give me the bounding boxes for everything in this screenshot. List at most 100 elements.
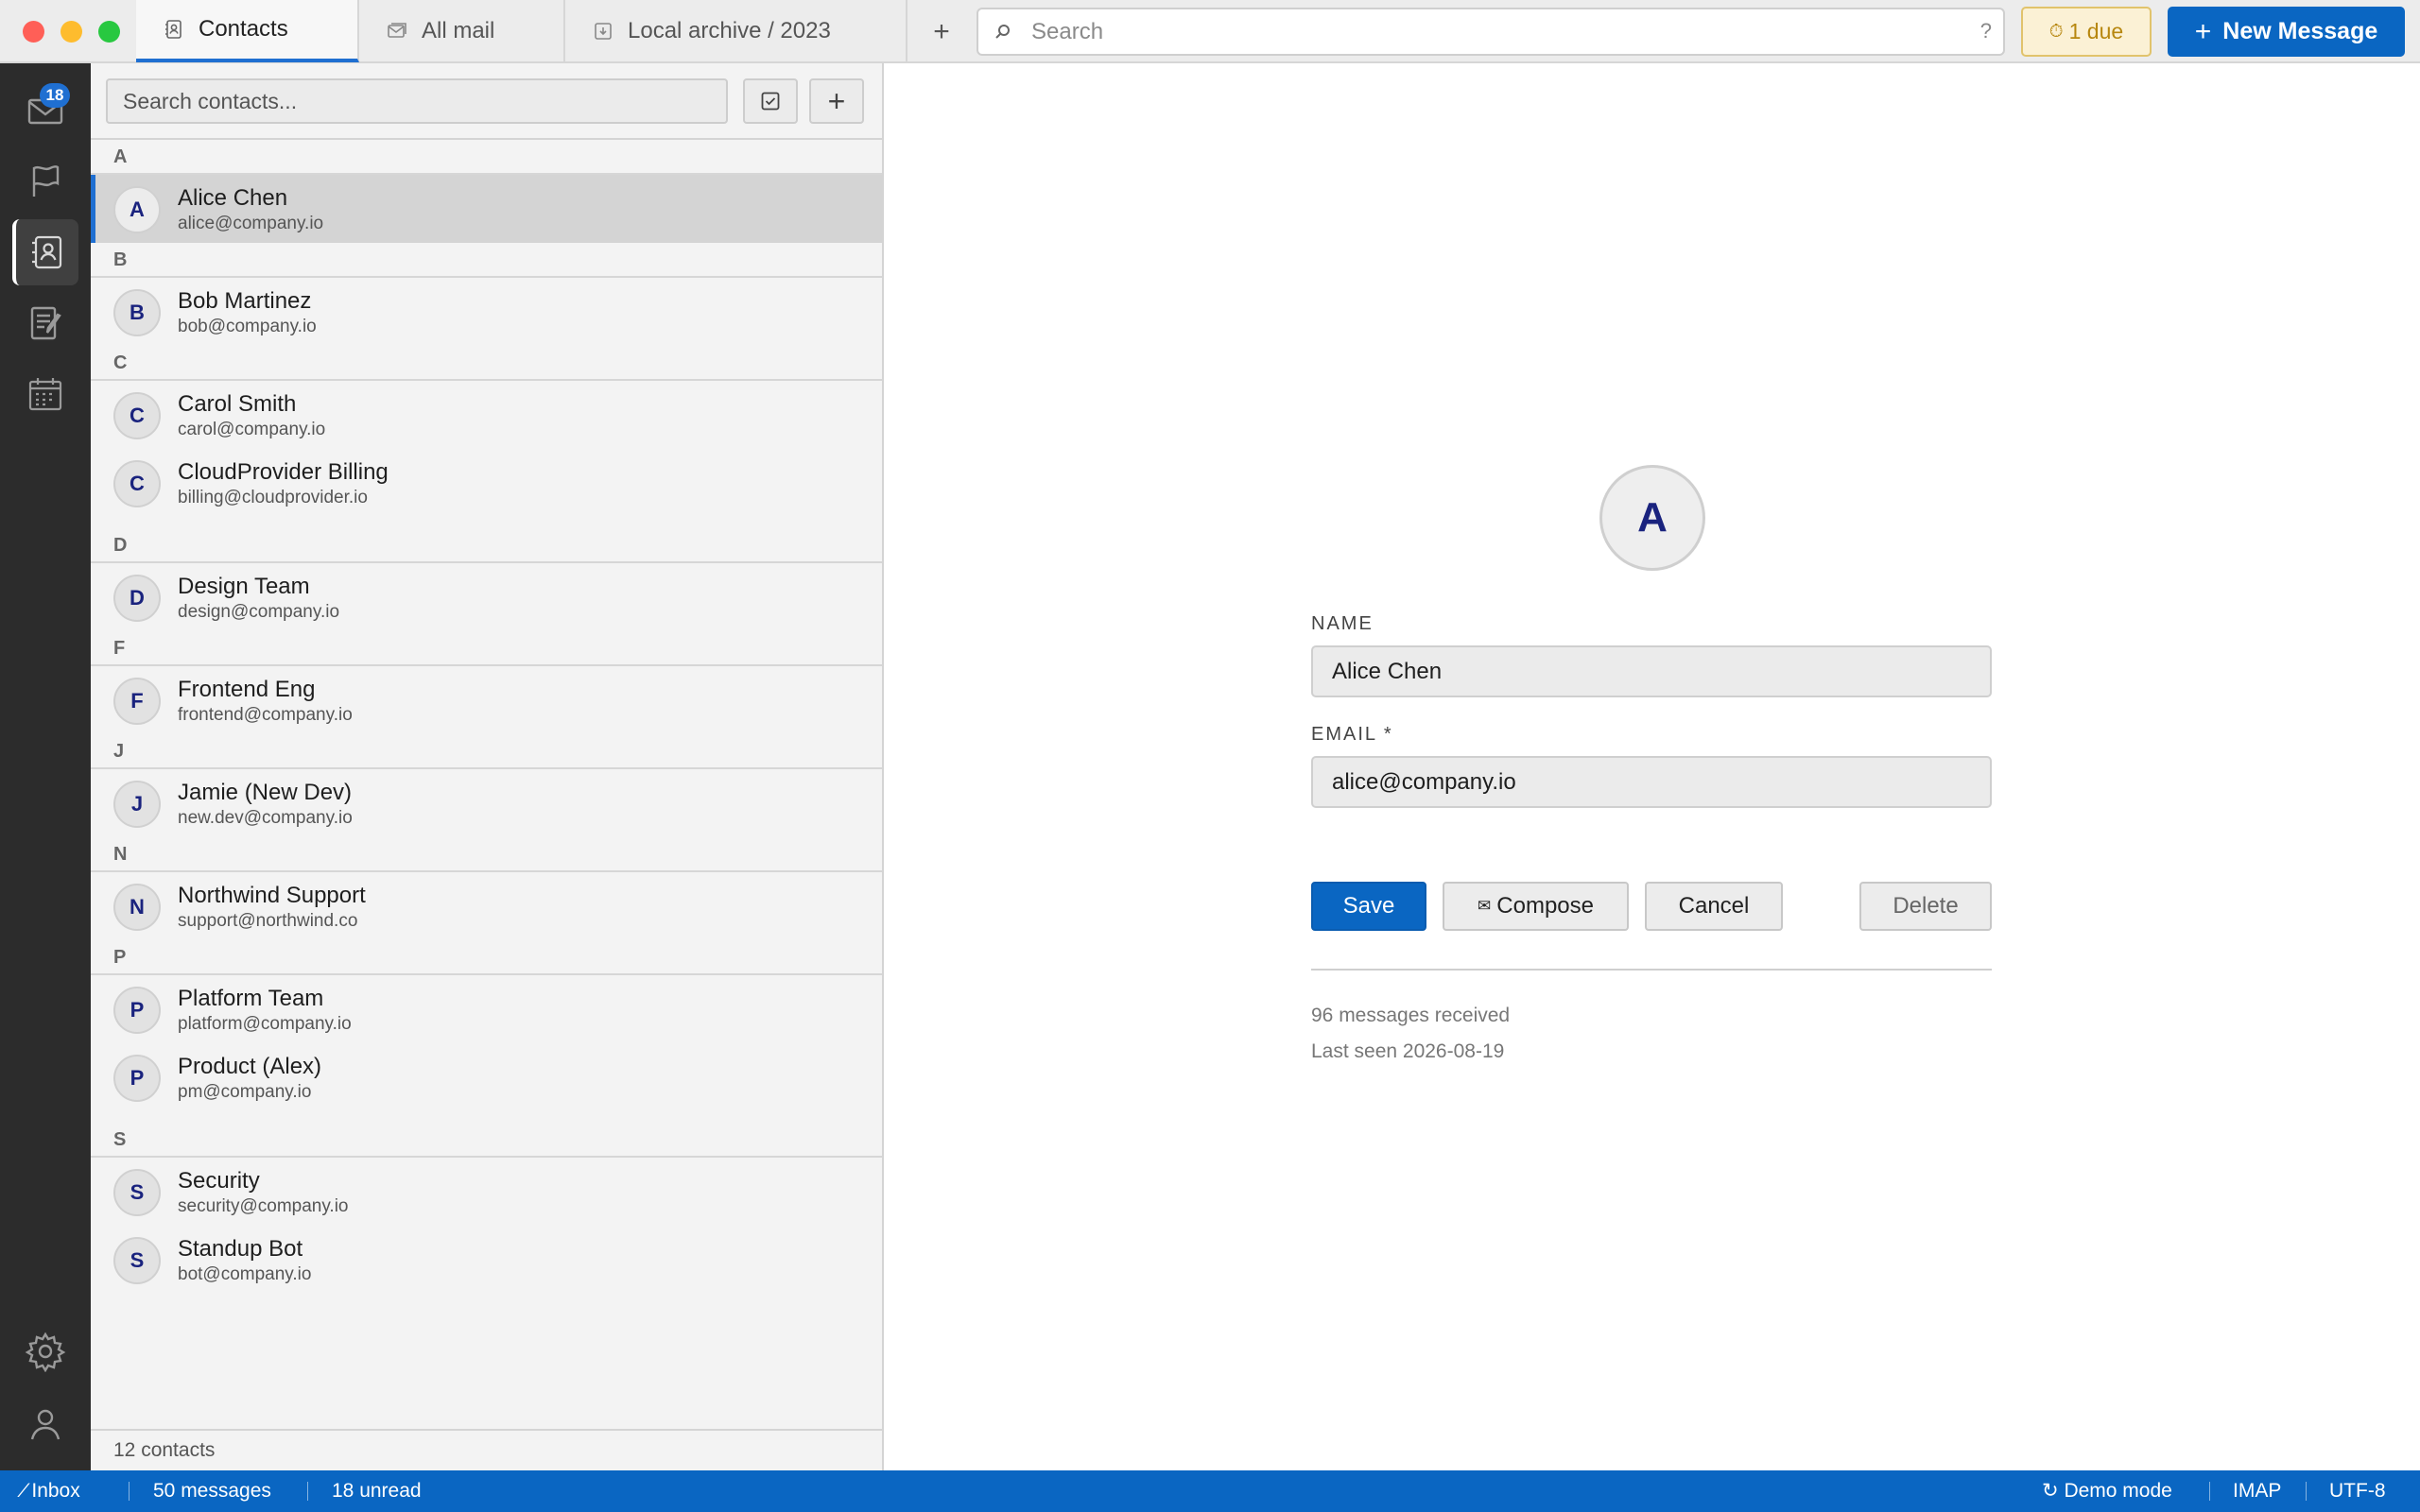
- folder-icon: ⁄: [23, 1480, 26, 1502]
- contact-row-security[interactable]: S Security security@company.io: [91, 1158, 882, 1226]
- search-input[interactable]: [1031, 17, 1939, 47]
- status-bar: ⁄ Inbox 50 messages 18 unread ↻ Demo mod…: [0, 1470, 2420, 1512]
- rail-settings-button[interactable]: [12, 1318, 78, 1384]
- divider: [129, 1482, 130, 1501]
- group-header-b: B: [91, 243, 882, 278]
- compose-button[interactable]: ✉ Compose: [1443, 882, 1629, 931]
- contact-row-design-team[interactable]: D Design Team design@company.io: [91, 563, 882, 631]
- contact-detail-panel: A NAME EMAIL * Save ✉ Compose Cancel Del…: [886, 63, 2420, 1470]
- global-search[interactable]: ?: [977, 8, 2005, 56]
- status-folder[interactable]: ⁄ Inbox: [23, 1470, 80, 1512]
- contact-row-alice-chen[interactable]: A Alice Chen alice@company.io: [91, 175, 882, 243]
- status-mode[interactable]: ↻ Demo mode: [2042, 1470, 2172, 1512]
- messages-received: 96 messages received: [1311, 1005, 1511, 1026]
- group-gap: [91, 517, 882, 528]
- contact-email: platform@company.io: [178, 1014, 352, 1034]
- clock-icon: ⏱: [2048, 21, 2064, 42]
- contact-email: frontend@company.io: [178, 705, 353, 725]
- group-header-p: P: [91, 940, 882, 975]
- avatar: C: [113, 392, 161, 439]
- contact-row-standup-bot[interactable]: S Standup Bot bot@company.io: [91, 1226, 882, 1294]
- tab-label: Local archive / 2023: [628, 18, 831, 43]
- contact-row-northwind-support[interactable]: N Northwind Support support@northwind.co: [91, 872, 882, 940]
- tab-contacts[interactable]: Contacts: [136, 0, 359, 62]
- contact-name: Bob Martinez: [178, 288, 312, 314]
- rail-contacts-button[interactable]: [12, 219, 78, 285]
- tab-local-archive[interactable]: Local archive / 2023: [565, 0, 908, 62]
- save-button[interactable]: Save: [1311, 882, 1426, 931]
- rail-flagged-button[interactable]: [12, 148, 78, 215]
- avatar: F: [113, 678, 161, 725]
- contact-name: Alice Chen: [178, 185, 288, 211]
- refresh-icon: ↻: [2042, 1480, 2059, 1502]
- contact-name: CloudProvider Billing: [178, 459, 389, 485]
- account-icon: [30, 1409, 60, 1440]
- rail-calendar-button[interactable]: [12, 361, 78, 427]
- contact-row-jamie[interactable]: J Jamie (New Dev) new.dev@company.io: [91, 769, 882, 837]
- status-protocol: IMAP: [2233, 1480, 2282, 1502]
- group-header-a: A: [91, 140, 882, 175]
- plus-icon: +: [2194, 15, 2212, 47]
- contact-email: bot@company.io: [178, 1264, 312, 1284]
- contact-row-cloudprovider-billing[interactable]: C CloudProvider Billing billing@cloudpro…: [91, 449, 882, 517]
- search-help-icon[interactable]: ?: [1980, 19, 1992, 43]
- avatar: P: [113, 987, 161, 1034]
- rail-account-button[interactable]: [12, 1391, 78, 1457]
- email-field[interactable]: [1311, 756, 1992, 808]
- avatar: S: [113, 1237, 161, 1284]
- group-header-c: C: [91, 346, 882, 381]
- last-seen: Last seen 2026-08-19: [1311, 1040, 1505, 1062]
- contacts-icon: [163, 18, 185, 41]
- contacts-search-input[interactable]: [106, 78, 728, 124]
- status-mode-label: Demo mode: [2064, 1480, 2172, 1502]
- minimize-window-button[interactable]: [60, 21, 82, 43]
- avatar: N: [113, 884, 161, 931]
- mailbox-icon: [386, 20, 408, 43]
- new-message-label: New Message: [2222, 18, 2378, 44]
- avatar: J: [113, 781, 161, 828]
- contact-row-frontend-eng[interactable]: F Frontend Eng frontend@company.io: [91, 666, 882, 734]
- contact-row-product-alex[interactable]: P Product (Alex) pm@company.io: [91, 1043, 882, 1111]
- group-header-s: S: [91, 1123, 882, 1158]
- divider: [2306, 1482, 2307, 1501]
- contact-email: security@company.io: [178, 1196, 349, 1216]
- select-mode-button[interactable]: [743, 78, 798, 124]
- contacts-list-panel: + A A Alice Chen alice@company.io B B Bo…: [91, 63, 884, 1470]
- due-reminder-button[interactable]: ⏱ 1 due: [2021, 7, 2152, 57]
- avatar: P: [113, 1055, 161, 1102]
- unread-badge: 18: [40, 83, 70, 108]
- contact-name: Standup Bot: [178, 1236, 303, 1262]
- contacts-icon: [32, 235, 62, 269]
- contact-avatar: A: [1599, 465, 1705, 571]
- status-messages: 50 messages: [153, 1480, 271, 1502]
- zoom-window-button[interactable]: [98, 21, 120, 43]
- add-contact-button[interactable]: +: [809, 78, 864, 124]
- close-window-button[interactable]: [23, 21, 44, 43]
- delete-button[interactable]: Delete: [1859, 882, 1992, 931]
- contact-name: Carol Smith: [178, 391, 297, 417]
- envelope-icon: ✉: [1478, 897, 1492, 915]
- contact-email: support@northwind.co: [178, 911, 358, 931]
- name-field[interactable]: [1311, 645, 1992, 697]
- contact-row-platform-team[interactable]: P Platform Team platform@company.io: [91, 975, 882, 1043]
- status-encoding: UTF-8: [2329, 1480, 2386, 1502]
- group-header-f: F: [91, 631, 882, 666]
- contact-email: carol@company.io: [178, 420, 326, 439]
- nav-rail: 18: [0, 63, 91, 1470]
- compose-label: Compose: [1496, 893, 1594, 919]
- title-bar: Contacts All mail Local archive / 2023 +…: [0, 0, 2420, 63]
- avatar: D: [113, 575, 161, 622]
- new-tab-button[interactable]: +: [923, 13, 960, 51]
- contacts-count: 12 contacts: [91, 1429, 882, 1470]
- divider: [2209, 1482, 2210, 1501]
- tab-all-mail[interactable]: All mail: [359, 0, 565, 62]
- contact-list: A A Alice Chen alice@company.io B B Bob …: [91, 140, 882, 1294]
- rail-notes-button[interactable]: [12, 290, 78, 356]
- contact-row-bob-martinez[interactable]: B Bob Martinez bob@company.io: [91, 278, 882, 346]
- cancel-button[interactable]: Cancel: [1645, 882, 1783, 931]
- contact-name: Design Team: [178, 574, 310, 599]
- divider: [307, 1482, 308, 1501]
- new-message-button[interactable]: + New Message: [2168, 7, 2405, 57]
- contact-row-carol-smith[interactable]: C Carol Smith carol@company.io: [91, 381, 882, 449]
- status-folder-label: Inbox: [31, 1480, 80, 1502]
